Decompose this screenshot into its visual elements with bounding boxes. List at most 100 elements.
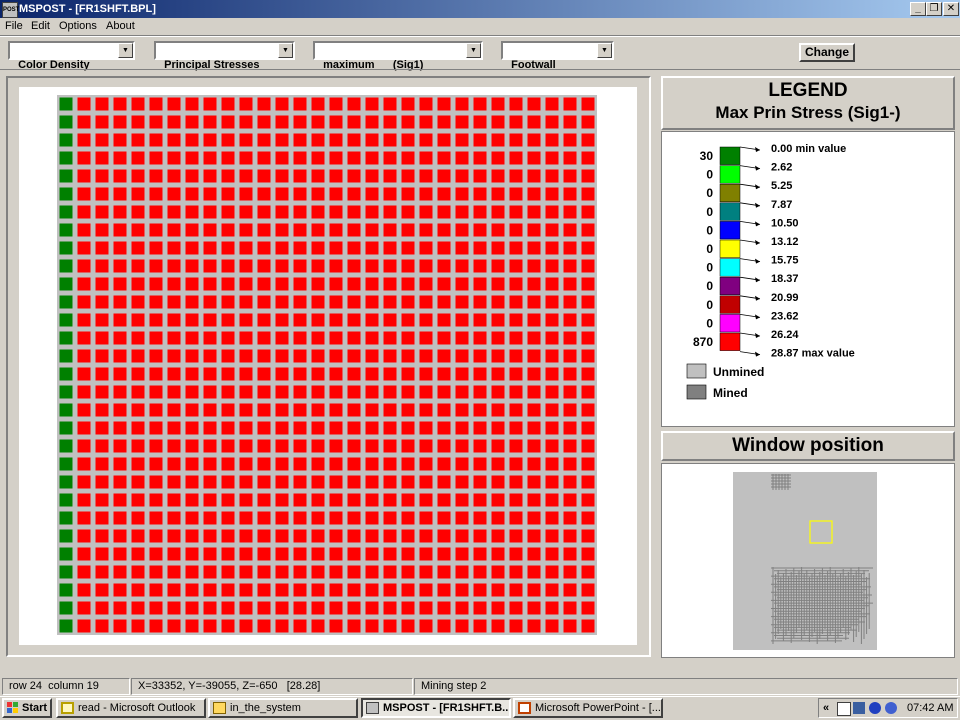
grid-cell [455,205,469,219]
grid-cell [455,349,469,363]
grid-cell [563,529,577,543]
grid-cell [275,169,289,183]
stress-type-select[interactable]: Principal Stresses ▼ [154,41,295,71]
grid-cell [545,151,559,165]
legend-count: 0 [706,223,713,237]
grid-cell [473,259,487,273]
grid-cell [491,259,505,273]
grid-cell [365,583,379,597]
close-button[interactable]: ✕ [943,2,959,16]
chevron-down-icon[interactable]: ▼ [278,43,293,58]
grid-cell [347,529,361,543]
grid-cell [95,97,109,111]
grid-cell [581,115,595,129]
grid-cell [275,439,289,453]
grid-cell [293,511,307,525]
grid-cell [329,511,343,525]
grid-cell [149,457,163,471]
grid-cell [473,115,487,129]
grid-cell [77,439,91,453]
tray-expand-icon[interactable]: « [823,699,829,717]
menu-edit[interactable]: Edit [31,18,50,35]
grid-cell [527,601,541,615]
grid-cell [473,97,487,111]
grid-cell [437,223,451,237]
grid-cell [545,475,559,489]
task-folder[interactable]: in_the_system [208,698,358,718]
grid-cell [473,367,487,381]
grid-cell [491,205,505,219]
menu-options[interactable]: Options [59,18,97,35]
grid-cell [203,331,217,345]
stress-grid[interactable] [19,87,637,645]
grid-cell [275,475,289,489]
grid-cell [455,511,469,525]
grid-cell [347,547,361,561]
menu-file[interactable]: File [5,18,23,35]
grid-cell [275,547,289,561]
window-title: MSPOST - [FR1SHFT.BPL] [19,3,156,15]
menu-about[interactable]: About [106,18,135,35]
window-position-map[interactable] [733,472,877,650]
wireless-icon[interactable] [885,702,897,714]
grid-cell [347,511,361,525]
restore-button[interactable]: ❐ [926,2,942,16]
task-mspost[interactable]: MSPOST - [FR1SHFT.B... [361,698,511,718]
grid-cell [581,565,595,579]
grid-cell [95,583,109,597]
grid-cell [401,277,415,291]
grid-cell [113,403,127,417]
grid-cell [275,97,289,111]
grid-cell [203,223,217,237]
grid-cell [257,367,271,381]
grid-cell [509,133,523,147]
grid-cell [419,169,433,183]
grid-cell [275,133,289,147]
grid-cell [275,583,289,597]
legend-value: 20.99 [771,292,799,304]
grid-cell [473,385,487,399]
task-label: Microsoft PowerPoint - [... [535,702,661,714]
display-mode-select[interactable]: Color Density ▼ [8,41,135,71]
grid-cell [293,331,307,345]
grid-cell [113,133,127,147]
grid-cell [221,583,235,597]
grid-cell [239,439,253,453]
grid-cell [383,529,397,543]
grid-cell [131,493,145,507]
grid-cell [347,565,361,579]
grid-cell [527,313,541,327]
grid-cell [383,565,397,579]
grid-cell [239,601,253,615]
mail-icon[interactable] [837,702,851,716]
minimize-button[interactable]: _ [910,2,926,16]
grid-cell [257,115,271,129]
grid-cell [149,493,163,507]
grid-cell [473,331,487,345]
grid-cell [293,295,307,309]
chevron-down-icon[interactable]: ▼ [118,43,133,58]
grid-cell [311,493,325,507]
bluetooth-icon[interactable] [869,702,881,714]
grid-cell [509,349,523,363]
surface-select[interactable]: Footwall ▼ [501,41,614,71]
chevron-down-icon[interactable]: ▼ [597,43,612,58]
stress-component-select[interactable]: maximum (Sig1) ▼ [313,41,483,71]
grid-cell [563,493,577,507]
app-icon[interactable]: POST [2,2,19,18]
chevron-down-icon[interactable]: ▼ [466,43,481,58]
grid-cell [401,367,415,381]
grid-cell [203,277,217,291]
grid-cell [419,349,433,363]
legend-swatch [719,295,741,314]
network-icon[interactable] [853,702,865,714]
legend-count: 30 [700,149,714,163]
grid-cell [419,241,433,255]
task-powerpoint[interactable]: Microsoft PowerPoint - [... [513,698,663,718]
grid-cell [113,241,127,255]
grid-cell [365,529,379,543]
task-outlook[interactable]: read - Microsoft Outlook [56,698,206,718]
change-button[interactable]: Change [799,43,855,62]
grid-cell [59,367,73,381]
start-button[interactable]: Start [2,698,52,718]
